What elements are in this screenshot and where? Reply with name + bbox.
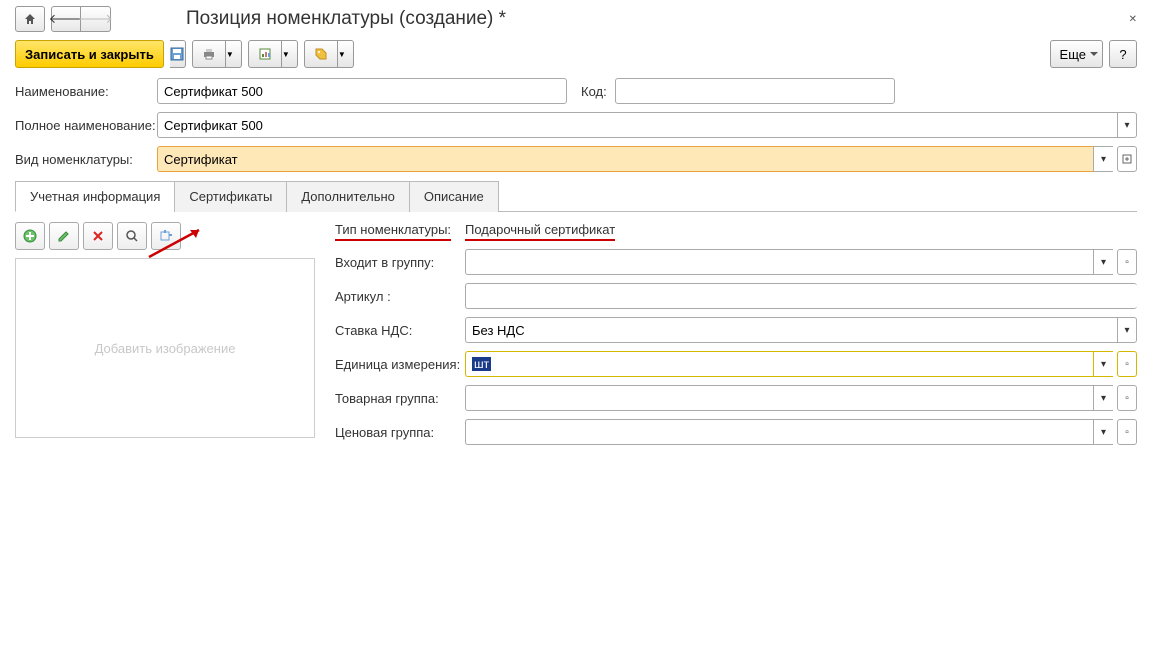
price-group-label: Ценовая группа:: [335, 425, 465, 440]
zoom-image-button[interactable]: [117, 222, 147, 250]
unit-label: Единица измерения:: [335, 357, 465, 372]
add-image-button[interactable]: [15, 222, 45, 250]
kind-open-icon[interactable]: [1117, 146, 1137, 172]
page-title: Позиция номенклатуры (создание) *: [186, 8, 506, 30]
full-name-dropdown[interactable]: ▾: [1117, 112, 1137, 138]
back-button[interactable]: 🡐: [51, 6, 81, 32]
group-open-icon[interactable]: ▫: [1117, 249, 1137, 275]
print-button[interactable]: [192, 40, 226, 68]
edit-image-button[interactable]: [49, 222, 79, 250]
tab-description[interactable]: Описание: [409, 181, 499, 212]
tab-certificates[interactable]: Сертификаты: [174, 181, 287, 212]
price-group-input[interactable]: [465, 419, 1093, 445]
prod-group-dropdown[interactable]: ▾: [1093, 385, 1113, 411]
code-input[interactable]: [615, 78, 895, 104]
report-button[interactable]: [248, 40, 282, 68]
print-dropdown[interactable]: ▼: [226, 40, 242, 68]
vat-input[interactable]: [465, 317, 1117, 343]
more-button[interactable]: Еще: [1050, 40, 1103, 68]
type-value: Подарочный сертификат: [465, 222, 615, 241]
tag-dropdown[interactable]: ▼: [338, 40, 354, 68]
help-button[interactable]: ?: [1109, 40, 1137, 68]
kind-input[interactable]: [157, 146, 1093, 172]
unit-open-icon[interactable]: ▫: [1117, 351, 1137, 377]
price-group-dropdown[interactable]: ▾: [1093, 419, 1113, 445]
tag-button[interactable]: [304, 40, 338, 68]
group-input[interactable]: [465, 249, 1093, 275]
prod-group-input[interactable]: [465, 385, 1093, 411]
tab-accounting[interactable]: Учетная информация: [15, 181, 175, 212]
prod-group-label: Товарная группа:: [335, 391, 465, 406]
tab-additional[interactable]: Дополнительно: [286, 181, 410, 212]
kind-dropdown[interactable]: ▾: [1093, 146, 1113, 172]
forward-button[interactable]: 🡒: [81, 6, 111, 32]
image-placeholder[interactable]: Добавить изображение: [15, 258, 315, 438]
full-name-input[interactable]: [157, 112, 1117, 138]
kind-label: Вид номенклатуры:: [15, 152, 157, 167]
save-button[interactable]: [170, 40, 186, 68]
close-icon[interactable]: ✕: [1129, 14, 1137, 25]
name-input[interactable]: [157, 78, 567, 104]
article-input[interactable]: [465, 283, 1137, 309]
code-label: Код:: [581, 84, 607, 99]
tab-bar: Учетная информация Сертификаты Дополните…: [15, 180, 1137, 212]
vat-dropdown[interactable]: ▾: [1117, 317, 1137, 343]
delete-image-button[interactable]: [83, 222, 113, 250]
vat-label: Ставка НДС:: [335, 323, 465, 338]
full-name-label: Полное наименование:: [15, 118, 157, 133]
home-button[interactable]: [15, 6, 45, 32]
name-label: Наименование:: [15, 84, 157, 99]
settings-image-button[interactable]: [151, 222, 181, 250]
unit-input[interactable]: шт: [465, 351, 1093, 377]
article-label: Артикул :: [335, 289, 465, 304]
price-group-open-icon[interactable]: ▫: [1117, 419, 1137, 445]
prod-group-open-icon[interactable]: ▫: [1117, 385, 1137, 411]
report-dropdown[interactable]: ▼: [282, 40, 298, 68]
group-label: Входит в группу:: [335, 255, 465, 270]
type-label: Тип номенклатуры:: [335, 222, 451, 241]
save-close-button[interactable]: Записать и закрыть: [15, 40, 164, 68]
unit-dropdown[interactable]: ▾: [1093, 351, 1113, 377]
group-dropdown[interactable]: ▾: [1093, 249, 1113, 275]
